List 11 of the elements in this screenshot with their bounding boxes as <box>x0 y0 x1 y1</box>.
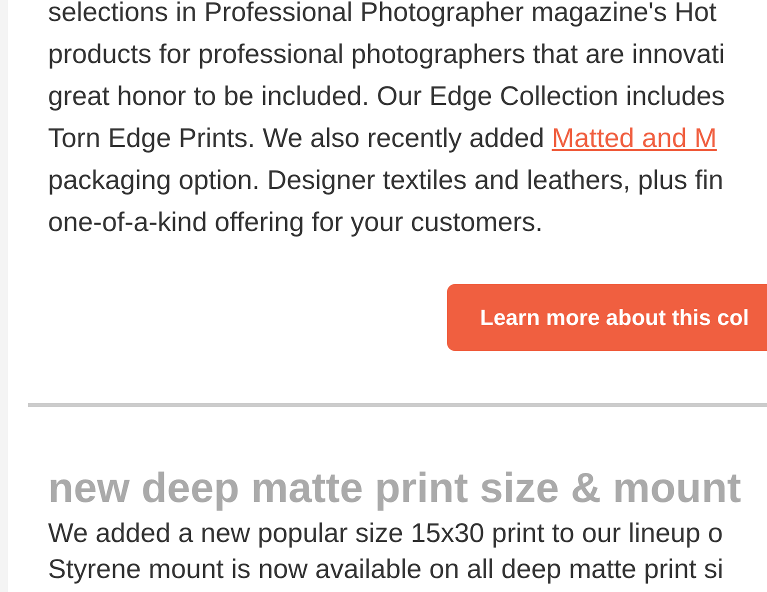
body-text: one-of-a-kind offering for your customers. <box>48 206 544 239</box>
body-text: packaging option. Designer textiles and leathers, plus fin <box>48 164 724 197</box>
body-text: Torn Edge Prints. We also recently added <box>48 123 546 153</box>
section-heading: new deep matte print size & mount <box>47 463 742 513</box>
body-text: Styrene mount is now available on all deep matte print si <box>48 553 724 586</box>
body-text: We added a new popular size 15x30 print to our lineup o <box>48 517 724 550</box>
body-text: great honor to be included. Our Edge Collection includes <box>48 80 726 113</box>
body-text: products for professional photographers that are innovati <box>48 38 726 71</box>
body-text: selections in Professional Photographer magazine's Hot <box>48 0 718 29</box>
learn-more-button[interactable]: Learn more about this col <box>447 284 767 351</box>
collection-link[interactable]: Matted and M <box>552 123 717 153</box>
